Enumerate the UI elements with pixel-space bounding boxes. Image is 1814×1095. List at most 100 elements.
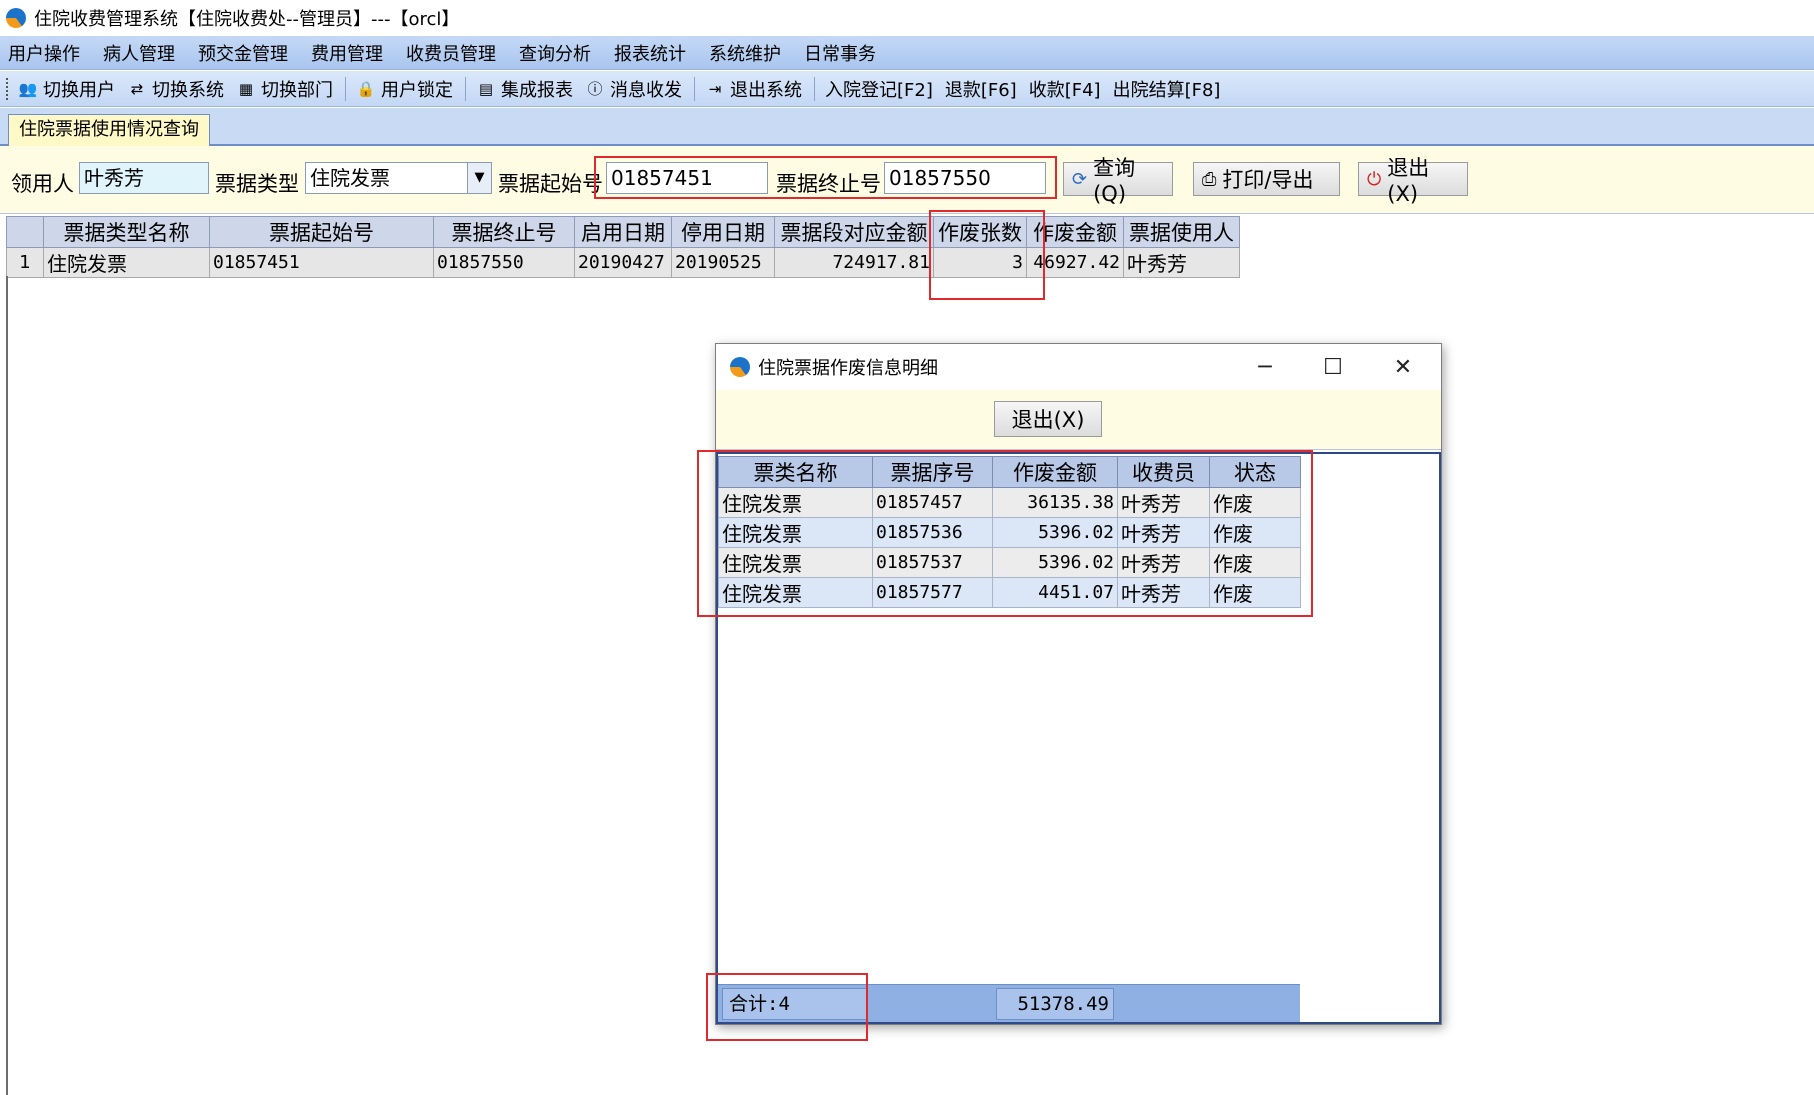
dialog-titlebar: 住院票据作废信息明细 ─ ☐ ✕ (716, 344, 1441, 390)
cell-serial[interactable]: 01857537 (872, 547, 993, 578)
cell-start[interactable]: 01857451 (209, 247, 434, 278)
exit-system-button[interactable]: ⇥ 退出系统 (705, 76, 802, 102)
collect-button[interactable]: 收款[F4] (1029, 76, 1101, 102)
query-button[interactable]: ⟳ 查询(Q) (1063, 156, 1173, 206)
table-row[interactable]: 住院发票 01857457 36135.38 叶秀芳 作废 (718, 487, 1301, 518)
minimize-icon[interactable]: ─ (1245, 352, 1285, 382)
cell-serial[interactable]: 01857577 (872, 577, 993, 608)
info-icon: ⓘ (587, 79, 603, 98)
report-icon: ▤ (478, 79, 494, 98)
dialog-title: 住院票据作废信息明细 (758, 358, 938, 379)
table-row[interactable]: 住院发票 01857536 5396.02 叶秀芳 作废 (718, 517, 1301, 548)
menu-cashier[interactable]: 收费员管理 (406, 40, 496, 66)
grid-header-enable-date[interactable]: 启用日期 (574, 216, 672, 248)
grid-header-type[interactable]: 票据类型名称 (43, 216, 210, 248)
cell-name[interactable]: 住院发票 (718, 487, 873, 518)
ticket-type-value: 住院发票 (310, 166, 390, 190)
message-label: 消息收发 (610, 79, 682, 101)
menu-reports[interactable]: 报表统计 (614, 40, 686, 66)
ticket-end-input[interactable]: 01857550 (884, 162, 1046, 194)
query-button-label: 查询(Q) (1093, 156, 1136, 206)
menu-system[interactable]: 系统维护 (709, 40, 781, 66)
cell-serial[interactable]: 01857536 (872, 517, 993, 548)
close-icon[interactable]: ✕ (1383, 352, 1423, 382)
window-title: 住院收费管理系统【住院收费处--管理员】---【orcl】 (34, 9, 460, 30)
cell-void-amount[interactable]: 46927.42 (1026, 247, 1124, 278)
print-export-label: 打印/导出 (1222, 168, 1314, 192)
maximize-icon[interactable]: ☐ (1313, 352, 1353, 382)
grid-header-end[interactable]: 票据终止号 (433, 216, 575, 248)
cell-void-count[interactable]: 3 (933, 247, 1027, 278)
dlg-header-amount[interactable]: 作废金额 (992, 456, 1118, 488)
cell-amount[interactable]: 5396.02 (992, 547, 1118, 578)
cell-amount[interactable]: 36135.38 (992, 487, 1118, 518)
cell-cashier[interactable]: 叶秀芳 (1117, 547, 1210, 578)
grid-header-start[interactable]: 票据起始号 (209, 216, 434, 248)
dlg-header-status[interactable]: 状态 (1209, 456, 1301, 488)
cell-name[interactable]: 住院发票 (718, 577, 873, 608)
table-row[interactable]: 住院发票 01857577 4451.07 叶秀芳 作废 (718, 577, 1301, 608)
dropdown-arrow-icon[interactable]: ▼ (467, 163, 491, 193)
cell-cashier[interactable]: 叶秀芳 (1117, 487, 1210, 518)
cell-cashier[interactable]: 叶秀芳 (1117, 517, 1210, 548)
recipient-input[interactable]: 叶秀芳 (79, 162, 209, 194)
app-logo-icon (6, 8, 26, 28)
message-button[interactable]: ⓘ 消息收发 (585, 76, 682, 102)
cell-name[interactable]: 住院发票 (718, 547, 873, 578)
cell-status[interactable]: 作废 (1209, 577, 1301, 608)
dlg-header-serial[interactable]: 票据序号 (872, 456, 993, 488)
switch-system-button[interactable]: ⇄ 切换系统 (127, 76, 224, 102)
dialog-summary-footer: 合计:4 51378.49 (718, 984, 1300, 1022)
filter-bar: 领用人 叶秀芳 票据类型 住院发票 ▼ 票据起始号 01857451 票据终止号… (0, 146, 1814, 214)
cell-status[interactable]: 作废 (1209, 547, 1301, 578)
menu-prepay[interactable]: 预交金管理 (198, 40, 288, 66)
table-row[interactable]: 1 住院发票 01857451 01857550 20190427 201905… (6, 247, 1240, 278)
refund-button[interactable]: 退款[F6] (945, 76, 1017, 102)
table-row[interactable]: 住院发票 01857537 5396.02 叶秀芳 作废 (718, 547, 1301, 578)
user-lock-button[interactable]: 🔒 用户锁定 (356, 76, 453, 102)
tab-strip: 住院票据使用情况查询 (0, 108, 1814, 146)
switch-user-button[interactable]: 👥 切换用户 (18, 76, 115, 102)
cell-amount[interactable]: 724917.81 (774, 247, 934, 278)
toolbar-separator (694, 76, 695, 101)
exit-button[interactable]: ⏻ 退出(X) (1358, 156, 1468, 206)
dialog-grid-header-row: 票类名称 票据序号 作废金额 收费员 状态 (718, 456, 1301, 488)
grid-header-row: 票据类型名称 票据起始号 票据终止号 启用日期 停用日期 票据段对应金额 作废张… (6, 216, 1240, 248)
tab-ticket-usage-query[interactable]: 住院票据使用情况查询 (8, 114, 210, 146)
print-export-button[interactable]: ⎙ 打印/导出 (1193, 162, 1340, 196)
grid-header-void-amount[interactable]: 作废金额 (1026, 216, 1124, 248)
cell-amount[interactable]: 5396.02 (992, 517, 1118, 548)
cell-user[interactable]: 叶秀芳 (1123, 247, 1240, 278)
cell-disable-date[interactable]: 20190525 (671, 247, 775, 278)
grid-header-user[interactable]: 票据使用人 (1123, 216, 1240, 248)
cell-type[interactable]: 住院发票 (43, 247, 210, 278)
cell-cashier[interactable]: 叶秀芳 (1117, 577, 1210, 608)
switch-dept-button[interactable]: ▦ 切换部门 (236, 76, 333, 102)
cell-end[interactable]: 01857550 (433, 247, 575, 278)
menu-daily[interactable]: 日常事务 (804, 40, 876, 66)
menu-query[interactable]: 查询分析 (519, 40, 591, 66)
ticket-type-select[interactable]: 住院发票 ▼ (305, 162, 492, 194)
grid-header-disable-date[interactable]: 停用日期 (671, 216, 775, 248)
discharge-button[interactable]: 出院结算[F8] (1113, 76, 1221, 102)
grid-header-void-count[interactable]: 作废张数 (933, 216, 1027, 248)
dialog-exit-button[interactable]: 退出(X) (994, 401, 1102, 437)
grid-header-amount[interactable]: 票据段对应金额 (774, 216, 934, 248)
dlg-header-name[interactable]: 票类名称 (718, 456, 873, 488)
cell-amount[interactable]: 4451.07 (992, 577, 1118, 608)
menu-user-ops[interactable]: 用户操作 (8, 40, 80, 66)
toolbar-grip[interactable] (6, 77, 10, 100)
menu-fees[interactable]: 费用管理 (311, 40, 383, 66)
cell-enable-date[interactable]: 20190427 (574, 247, 672, 278)
cell-name[interactable]: 住院发票 (718, 517, 873, 548)
integrated-report-button[interactable]: ▤ 集成报表 (476, 76, 573, 102)
cell-status[interactable]: 作废 (1209, 517, 1301, 548)
admission-button[interactable]: 入院登记[F2] (825, 76, 933, 102)
ticket-start-input[interactable]: 01857451 (606, 162, 768, 194)
app-logo-icon (730, 357, 750, 377)
cell-status[interactable]: 作废 (1209, 487, 1301, 518)
cell-serial[interactable]: 01857457 (872, 487, 993, 518)
toolbar-separator (814, 76, 815, 101)
menu-patient[interactable]: 病人管理 (103, 40, 175, 66)
dlg-header-cashier[interactable]: 收费员 (1117, 456, 1210, 488)
